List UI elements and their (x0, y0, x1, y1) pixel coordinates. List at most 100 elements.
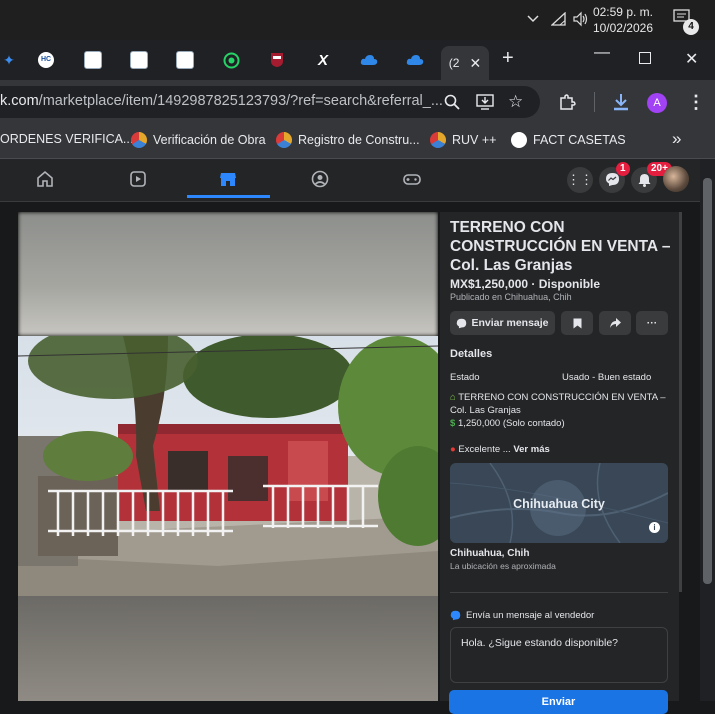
map-info-icon[interactable]: i (649, 522, 660, 533)
send-message-button[interactable]: Enviar mensaje (450, 311, 555, 335)
page-scrollbar-thumb[interactable] (703, 178, 712, 584)
more-options-button[interactable]: ··· (636, 311, 668, 335)
cloud-icon (360, 55, 378, 65)
ruv-icon (131, 132, 147, 148)
bookmark-label: RUV ++ (452, 133, 497, 147)
home-icon[interactable] (35, 170, 55, 190)
send-button[interactable]: Enviar (449, 690, 668, 714)
description-line: Excelente ... (458, 444, 511, 455)
video-icon[interactable] (128, 170, 148, 190)
message-textarea[interactable] (450, 627, 668, 683)
location-map[interactable]: Chihuahua City i (450, 463, 668, 543)
condition-value: Usado - Buen estado (562, 372, 652, 383)
browser-menu-icon[interactable]: ⋮ (687, 92, 705, 113)
system-clock[interactable]: 02:59 p. m. 10/02/2026 (593, 4, 653, 36)
user-avatar[interactable] (663, 166, 689, 192)
listing-description: ⌂ TERRENO CON CONSTRUCCIÓN EN VENTA – Co… (450, 391, 672, 456)
share-button[interactable] (599, 311, 631, 335)
zoom-icon[interactable] (444, 94, 460, 115)
save-button[interactable] (561, 311, 593, 335)
bookmark-icon (573, 318, 581, 328)
details-heading: Detalles (450, 348, 493, 360)
bookmark-label: ORDENES VERIFICA... (0, 132, 134, 146)
active-tab-label: (2 (448, 56, 460, 70)
marketplace-icon[interactable] (218, 170, 238, 190)
description-line: TERRENO CON CONSTRUCCIÓN EN VENTA – Col.… (450, 392, 666, 416)
close-window-button[interactable]: ✕ (685, 49, 698, 69)
messenger-badge: 1 (616, 162, 630, 176)
doc-icon (176, 51, 194, 69)
install-app-icon[interactable] (476, 94, 494, 115)
messenger-icon (457, 318, 467, 328)
extensions-icon[interactable] (558, 93, 576, 116)
browser-tab[interactable] (254, 46, 300, 74)
doc-icon (84, 51, 102, 69)
browser-tab[interactable] (116, 46, 162, 74)
published-location: Publicado en Chihuahua, Chih (450, 292, 572, 302)
maximize-icon (639, 52, 651, 64)
wifi-icon[interactable] (550, 11, 567, 29)
house-emoji-icon: ⌂ (450, 392, 456, 403)
new-tab-button[interactable]: + (502, 47, 514, 70)
location-note: La ubicación es aproximada (450, 561, 556, 571)
send-message-label: Enviar mensaje (471, 317, 549, 329)
notification-count-badge: 4 (683, 19, 699, 35)
groups-icon[interactable] (310, 170, 330, 190)
ruv-icon (276, 132, 292, 148)
harvard-icon (271, 53, 283, 67)
minimize-button[interactable]: — (594, 44, 610, 62)
bookmark-item[interactable]: ORDENES VERIFICA... (0, 132, 133, 146)
toolbar-divider (594, 92, 595, 112)
ruv-icon (430, 132, 446, 148)
browser-tab[interactable] (208, 46, 254, 74)
blurred-photo-preview (18, 596, 438, 701)
description-line: 1,250,000 (Solo contado) (457, 418, 565, 429)
panel-scrollbar[interactable] (679, 212, 682, 592)
clock-time: 02:59 p. m. (592, 5, 653, 19)
map-city-label: Chihuahua City (513, 497, 605, 511)
chevron-up-icon[interactable] (526, 11, 540, 28)
url-text[interactable]: k.com/marketplace/item/1492987825123793/… (0, 93, 443, 109)
x-icon: X (317, 51, 328, 69)
condition-label: Estado (450, 372, 480, 383)
menu-grid-icon[interactable]: ⋮⋮ (567, 167, 593, 193)
listing-photo-viewer[interactable] (18, 212, 438, 701)
messenger-icon (450, 610, 461, 621)
seller-message-heading: Envía un mensaje al vendedor (450, 610, 594, 621)
bookmark-label: FACT CASETAS (533, 133, 626, 147)
url-host: k.com (0, 93, 39, 109)
whatsapp-icon (223, 52, 239, 68)
close-tab-icon[interactable]: ✕ (469, 55, 481, 72)
bookmark-star-icon[interactable]: ☆ (508, 92, 523, 112)
volume-icon[interactable] (572, 11, 590, 30)
browser-tab[interactable] (70, 46, 116, 74)
bookmark-item[interactable]: Verificación de Obra (131, 132, 266, 148)
clock-date: 10/02/2026 (592, 21, 653, 35)
location-name: Chihuahua, Chih (450, 548, 530, 559)
bookmark-label: Registro de Constru... (298, 133, 420, 147)
bookmark-item[interactable]: Registro de Constru... (276, 132, 420, 148)
message-text: Hola. ¿Sigue estando disponible? (461, 637, 619, 649)
browser-tab[interactable]: HC (23, 46, 69, 74)
gaming-icon[interactable] (402, 170, 422, 190)
bookmark-item[interactable]: FACT CASETAS (511, 132, 626, 148)
blurred-photo-preview (18, 212, 438, 336)
listing-title: TERRENO CON CONSTRUCCIÓN EN VENTA – Col.… (450, 219, 671, 274)
profile-avatar[interactable]: A (647, 93, 667, 113)
share-icon (609, 318, 621, 328)
bookmark-item[interactable]: RUV ++ (430, 132, 496, 148)
star-icon: ✦ (3, 51, 15, 68)
browser-tab[interactable]: X (300, 46, 346, 74)
download-icon[interactable] (612, 93, 630, 116)
bookmark-label: Verificación de Obra (153, 133, 266, 147)
browser-tab[interactable] (392, 46, 438, 74)
browser-tab-active[interactable]: (2 ✕ (441, 46, 489, 80)
browser-tab[interactable] (346, 46, 392, 74)
browser-tab[interactable] (162, 46, 208, 74)
url-path: /marketplace/item/1492987825123793/?ref=… (38, 93, 443, 109)
listing-main-photo (18, 336, 438, 596)
see-more-link[interactable]: Ver más (513, 444, 549, 455)
more-bookmarks-button[interactable]: » (672, 129, 681, 149)
seller-heading-label: Envía un mensaje al vendedor (466, 610, 595, 621)
maximize-button[interactable] (639, 52, 651, 64)
